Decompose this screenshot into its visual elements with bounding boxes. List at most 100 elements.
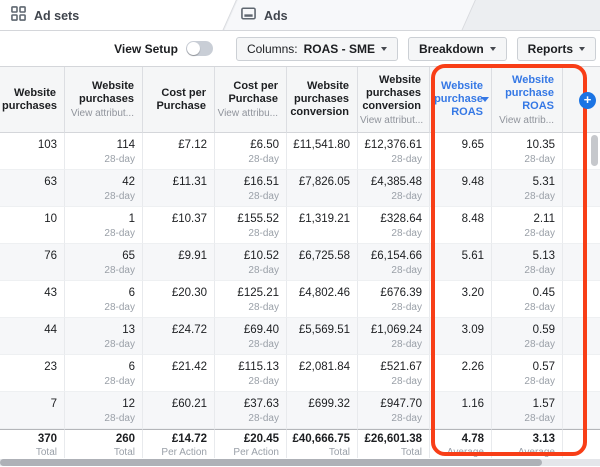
cell-sub: 28-day [524,191,555,202]
totals-sub: Total [35,447,57,458]
table-cell: 1 28-day [65,207,143,244]
table-cell: 9.65 [430,133,492,170]
cell-value: £21.42 [171,361,207,373]
horizontal-scrollbar-thumb[interactable] [0,459,542,466]
table-cell: £6,725.58 [287,244,358,281]
cell-sub: 28-day [248,413,279,424]
row-spacer [563,318,600,355]
column-header-6[interactable]: Website purchases conversion View attribu… [358,67,430,133]
table-cell: 7 [0,392,65,429]
cell-sub: 28-day [524,339,555,350]
chevron-down-icon [579,47,585,51]
table-cell: £69.40 28-day [215,318,287,355]
column-header-2[interactable]: Website purchases View attribut... [65,67,143,133]
totals-cell: £14.72 Per Action [143,429,215,458]
cell-value: £60.21 [171,398,207,410]
column-header-4[interactable]: Cost per Purchase View attribu... [215,67,287,133]
table-cell: £328.64 28-day [358,207,430,244]
cell-value: 2.26 [461,361,484,373]
totals-sub: Average [517,447,555,458]
cell-value: 5.61 [461,250,484,262]
cell-value: 114 [116,139,135,151]
columns-button-prefix: Columns: [246,41,298,56]
tab-ad-sets[interactable]: Ad sets [11,0,79,30]
table-cell: 114 28-day [65,133,143,170]
table-cell: £125.21 28-day [215,281,287,318]
cell-value: £521.67 [380,361,422,373]
table-cell: £60.21 [143,392,215,429]
table-cell: 3.09 [430,318,492,355]
table-cell: 0.45 28-day [492,281,563,318]
table-cell: £12,376.61 28-day [358,133,430,170]
table-cell: 10.35 28-day [492,133,563,170]
columns-button-value: ROAS - SME [303,41,375,56]
cell-value: 9.48 [461,176,484,188]
cell-value: £4,385.48 [370,176,422,188]
breakdown-button[interactable]: Breakdown [407,36,507,61]
column-header-7[interactable]: Website purchase ROAS [430,67,492,133]
table-cell: 76 [0,244,65,281]
table-cell: 3.20 [430,281,492,318]
columns-button[interactable]: Columns: ROAS - SME [235,36,398,61]
column-header-1[interactable]: Website purchases [0,67,65,133]
header-subtitle: View attribu... [217,108,278,119]
column-header-8[interactable]: Website purchase ROAS View attrib... [492,67,563,133]
table-cell: £155.52 28-day [215,207,287,244]
header-title: Website purchase ROAS [434,80,483,118]
cell-value: 2.11 [533,213,555,225]
vertical-scrollbar-thumb[interactable] [591,135,598,166]
cell-value: £115.13 [238,361,279,373]
table-cell: £11.31 [143,170,215,207]
header-title: Cost per Purchase [156,86,206,112]
table-cell: £699.32 [287,392,358,429]
table-cell: £676.39 28-day [358,281,430,318]
totals-value: £14.72 [171,433,207,445]
cell-value: £676.39 [380,287,422,299]
cell-value: 1 [128,213,135,225]
totals-cell: 3.13 Average [492,429,563,458]
cell-value: 3.09 [461,324,484,336]
totals-value: 260 [115,433,135,445]
cell-value: 5.31 [532,176,555,188]
table-cell: 8.48 [430,207,492,244]
cell-sub: 28-day [248,191,279,202]
totals-sub: Total [400,447,422,458]
table-cell: 2.26 [430,355,492,392]
header-title: Website purchases conversion [290,80,349,118]
cell-sub: 28-day [248,376,279,387]
table-cell: £37.63 28-day [215,392,287,429]
totals-cell: 370 Total [0,429,65,458]
tab-ads[interactable]: Ads [241,0,288,30]
toolbar: View Setup Columns: ROAS - SME Breakdown… [0,31,600,66]
totals-value: £40,666.75 [292,433,350,445]
cell-value: 76 [44,250,57,262]
table-cell: 42 28-day [65,170,143,207]
view-setup-toggle[interactable] [185,41,213,56]
cell-sub: 28-day [391,265,422,276]
header-title: Website purchases [78,80,134,105]
cell-value: £9.91 [178,250,207,262]
cell-value: 12 [122,398,135,410]
cell-value: 6 [128,287,135,299]
add-column-button[interactable]: + [579,92,596,109]
view-setup-label: View Setup [114,41,178,56]
cell-sub: 28-day [248,154,279,165]
table-cell: £9.91 [143,244,215,281]
column-header-5[interactable]: Website purchases conversion [287,67,358,133]
reports-button[interactable]: Reports [516,36,596,61]
totals-value: £20.45 [243,433,279,445]
cell-value: 7 [50,398,57,410]
cell-value: 63 [44,176,57,188]
totals-sub: Total [113,447,135,458]
cell-value: 6 [128,361,135,373]
cell-value: £6,725.58 [298,250,350,262]
header-subtitle: View attrib... [499,114,554,126]
cell-value: 9.65 [461,139,484,151]
horizontal-scrollbar[interactable] [0,459,600,466]
table-cell: 0.59 28-day [492,318,563,355]
cell-value: £16.51 [243,176,279,188]
table-cell: £10.52 28-day [215,244,287,281]
column-header-3[interactable]: Cost per Purchase [143,67,215,133]
cell-value: £24.72 [171,324,207,336]
header-subtitle: View attribut... [70,108,134,119]
